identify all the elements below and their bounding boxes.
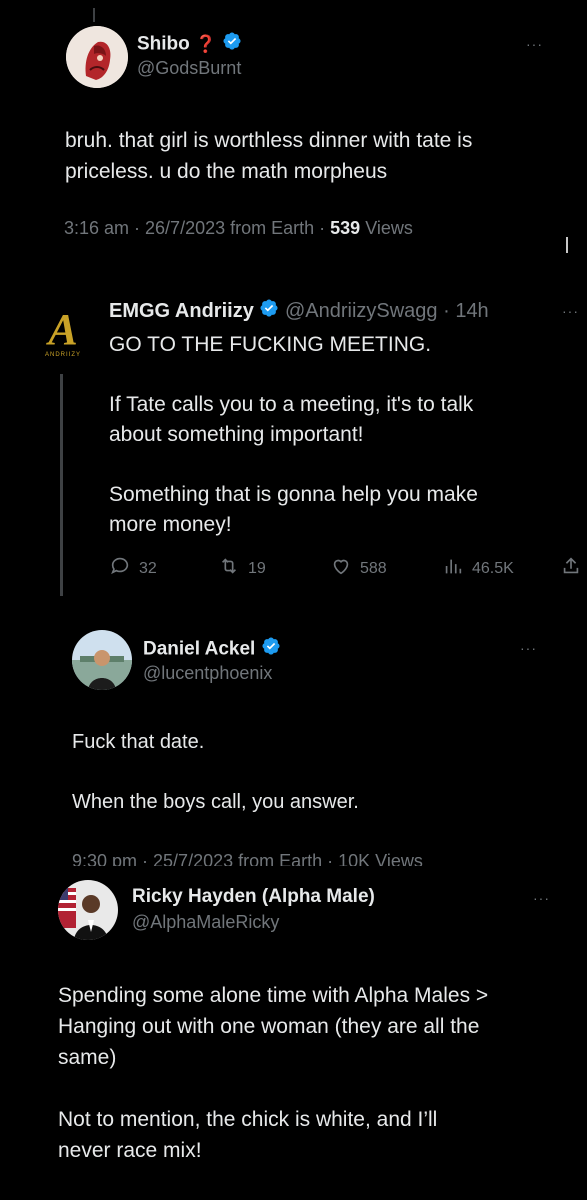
tweet-text-line: never race mix! xyxy=(58,1139,202,1162)
quote-line: GO TO THE FUCKING MEETING. xyxy=(109,333,432,356)
author-handle[interactable]: @AlphaMaleRicky xyxy=(132,912,279,933)
avatar-image xyxy=(66,26,128,88)
author-name[interactable]: Shibo xyxy=(137,34,190,55)
quote-line: more money! xyxy=(109,513,232,536)
timestamp[interactable]: 3:16 am · 26/7/2023 from Earth · xyxy=(64,218,330,238)
tweet-text-line: Fuck that date. xyxy=(72,731,205,753)
reply-icon xyxy=(109,555,131,582)
verified-icon xyxy=(259,298,279,325)
tweet-text-line: bruh. that girl is worthless dinner with… xyxy=(65,129,473,152)
author-handle[interactable]: @GodsBurnt xyxy=(137,58,241,79)
views-count: 46.5K xyxy=(472,559,514,577)
reply-button[interactable]: 32 xyxy=(109,555,157,582)
quote-header: EMGG Andriizy @AndriizySwagg · 14h xyxy=(109,298,489,325)
logo-letter: A xyxy=(48,305,78,354)
share-icon xyxy=(560,555,582,582)
tweet3-meta-clip: 9:30 pm · 25/7/2023 from Earth · 10K Vie… xyxy=(72,844,542,866)
retweet-button[interactable]: 19 xyxy=(218,555,266,582)
tweet-text: bruh. that girl is worthless dinner with… xyxy=(65,125,472,187)
tweet-text-line: priceless. u do the math morpheus xyxy=(65,160,388,183)
tweet3-header: Daniel Ackel xyxy=(143,636,281,663)
heart-icon xyxy=(330,555,352,582)
quote-text: GO TO THE FUCKING MEETING. If Tate calls… xyxy=(109,330,478,540)
thread-top-line xyxy=(93,8,95,22)
tweet-text: Spending some alone time with Alpha Male… xyxy=(58,980,488,1166)
avatar-image xyxy=(72,630,132,690)
quote-line: Something that is gonna help you make xyxy=(109,483,478,506)
tweet-text-line: Spending some alone time with Alpha Male… xyxy=(58,984,489,1007)
author-name[interactable]: Ricky Hayden (Alpha Male) xyxy=(132,886,375,907)
andriizy-logo[interactable]: A ANDRIIZY xyxy=(40,305,86,362)
tweet1-header: Shibo ❓ xyxy=(137,31,242,58)
more-options-icon[interactable]: ··· xyxy=(526,36,543,52)
avatar[interactable] xyxy=(58,880,118,940)
quote-line: about something important! xyxy=(109,423,364,446)
tweet-text-line: Hanging out with one woman (they are all… xyxy=(58,1015,480,1038)
tweet-text-line: Not to mention, the chick is white, and … xyxy=(58,1108,438,1131)
like-button[interactable]: 588 xyxy=(330,555,387,582)
tweet4-header: Ricky Hayden (Alpha Male) xyxy=(132,885,375,909)
avatar-image xyxy=(58,880,118,940)
avatar[interactable] xyxy=(72,630,132,690)
tweet-meta[interactable]: 9:30 pm · 25/7/2023 from Earth · 10K Vie… xyxy=(72,844,542,866)
views-button[interactable]: 46.5K xyxy=(442,555,514,582)
quote-line: If Tate calls you to a meeting, it's to … xyxy=(109,393,474,416)
author-name[interactable]: EMGG Andriizy xyxy=(109,300,254,322)
divider-tick xyxy=(566,237,568,253)
verified-icon xyxy=(261,636,281,663)
reply-count: 32 xyxy=(139,559,157,577)
author-handle[interactable]: @lucentphoenix xyxy=(143,663,272,684)
tweet-text-line: When the boys call, you answer. xyxy=(72,791,359,813)
author-handle[interactable]: @AndriizySwagg · 14h xyxy=(285,300,489,322)
retweet-icon xyxy=(218,555,240,582)
views-label: Views xyxy=(360,218,413,238)
logo-word: ANDRIIZY xyxy=(44,352,81,358)
tweet-text-line: same) xyxy=(58,1046,117,1069)
retweet-count: 19 xyxy=(248,559,266,577)
author-name[interactable]: Daniel Ackel xyxy=(143,639,255,660)
share-button[interactable] xyxy=(560,555,582,582)
more-options-icon[interactable]: ··· xyxy=(520,640,537,656)
verified-icon xyxy=(222,31,242,58)
like-count: 588 xyxy=(360,559,387,577)
more-options-icon[interactable]: ··· xyxy=(562,303,579,319)
analytics-icon xyxy=(442,555,464,582)
thread-line xyxy=(60,374,63,596)
avatar[interactable] xyxy=(66,26,128,88)
more-options-icon[interactable]: ··· xyxy=(533,890,550,906)
views-count: 539 xyxy=(330,218,361,238)
tweet-text: Fuck that date. When the boys call, you … xyxy=(72,727,359,817)
name-emoji: ❓ xyxy=(195,34,217,54)
tweet-meta: 3:16 am · 26/7/2023 from Earth · 539 Vie… xyxy=(64,218,413,239)
